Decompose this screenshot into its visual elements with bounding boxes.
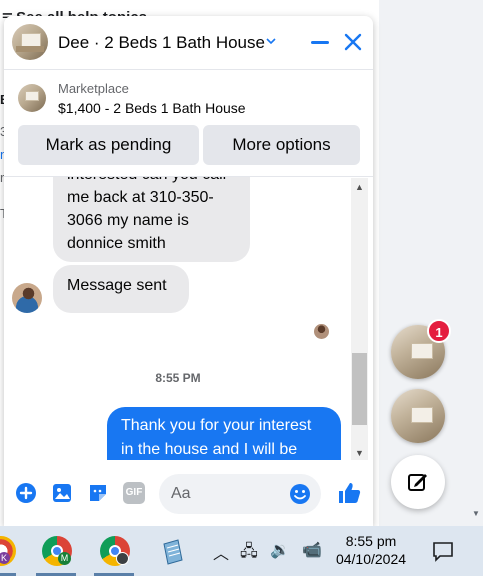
message-line: me back at 310-350-	[67, 189, 214, 206]
outgoing-message[interactable]: Thank you for your interest in the house…	[107, 407, 341, 460]
more-options-button[interactable]: More options	[203, 125, 360, 165]
network-icon[interactable]: 🖧	[240, 540, 258, 567]
new-message-button[interactable]	[391, 455, 445, 509]
scroll-down-icon[interactable]: ▼	[472, 509, 480, 518]
profile-badge: K	[0, 552, 10, 564]
photo-icon[interactable]	[51, 482, 73, 504]
add-icon[interactable]	[15, 482, 37, 504]
sender-avatar[interactable]	[12, 283, 42, 313]
compose-icon	[408, 474, 427, 491]
mark-as-pending-button[interactable]: Mark as pending	[18, 125, 199, 165]
chat-header[interactable]: Dee · 2 Beds 1 Bath House	[4, 16, 373, 70]
meet-now-icon[interactable]: 📹	[302, 540, 322, 560]
chat-window: Dee · 2 Beds 1 Bath House Marketplace $1…	[4, 16, 373, 526]
marketplace-label: Marketplace	[58, 81, 129, 96]
thumbs-up-icon[interactable]	[336, 480, 362, 506]
clock-time: 8:55 pm	[345, 533, 397, 549]
message-line: interested can you call	[67, 177, 236, 186]
clock-date: 04/10/2024	[335, 551, 407, 567]
right-panel: ▼	[379, 0, 483, 526]
listing-thumbnail[interactable]	[18, 84, 46, 112]
message-line: in the house and I will be	[121, 441, 298, 458]
incoming-message[interactable]: interested can you call me back at 310-3…	[53, 177, 250, 262]
chevron-up-icon[interactable]: ︿	[213, 540, 229, 564]
notifications-icon[interactable]	[432, 540, 454, 562]
minimize-icon[interactable]	[311, 41, 329, 44]
conversation-title[interactable]: Dee · 2 Beds 1 Bath House	[58, 33, 265, 53]
emoji-icon[interactable]	[289, 483, 311, 505]
message-line: Thank you for your interest	[121, 417, 312, 434]
scrollbar-thumb[interactable]	[352, 353, 367, 425]
volume-icon[interactable]: 🔉	[270, 540, 290, 560]
page-scrollbar[interactable]: ▼	[469, 0, 483, 526]
read-receipt-avatar	[314, 324, 329, 339]
contact-avatar[interactable]	[12, 24, 48, 60]
unread-badge: 1	[427, 319, 451, 343]
chrome-profile-icon[interactable]: K	[0, 536, 16, 566]
chevron-down-icon[interactable]	[266, 36, 276, 46]
message-scrollbar[interactable]: ▲ ▼	[351, 178, 368, 460]
gif-icon[interactable]: GIF	[123, 482, 145, 504]
message-composer: GIF Aa	[4, 470, 373, 518]
message-placeholder: Aa	[171, 485, 191, 502]
message-line: donnice smith	[67, 235, 166, 252]
incoming-message[interactable]: Message sent	[53, 265, 189, 313]
profile-badge: M	[58, 552, 71, 565]
message-line: 3066 my name is	[67, 212, 189, 229]
system-clock[interactable]: 8:55 pm 04/10/2024	[327, 532, 415, 568]
close-icon[interactable]	[343, 32, 363, 52]
scroll-up-icon[interactable]: ▲	[355, 182, 364, 192]
chrome-profile-icon[interactable]: M	[42, 536, 72, 566]
message-list: interested can you call me back at 310-3…	[4, 176, 373, 460]
windows-taskbar: K M ︿ 🖧 🔉 📹 8:55 pm 04/10/2024	[0, 526, 483, 576]
message-input[interactable]: Aa	[159, 474, 321, 514]
chat-head-avatar[interactable]	[391, 389, 445, 443]
listing-title[interactable]: $1,400 - 2 Beds 1 Bath House	[58, 100, 246, 116]
sticker-icon[interactable]	[87, 482, 109, 504]
chrome-profile-icon[interactable]	[100, 536, 130, 566]
notepad-icon[interactable]	[158, 536, 188, 566]
scroll-down-icon[interactable]: ▼	[355, 448, 364, 458]
message-timestamp: 8:55 PM	[155, 371, 201, 385]
